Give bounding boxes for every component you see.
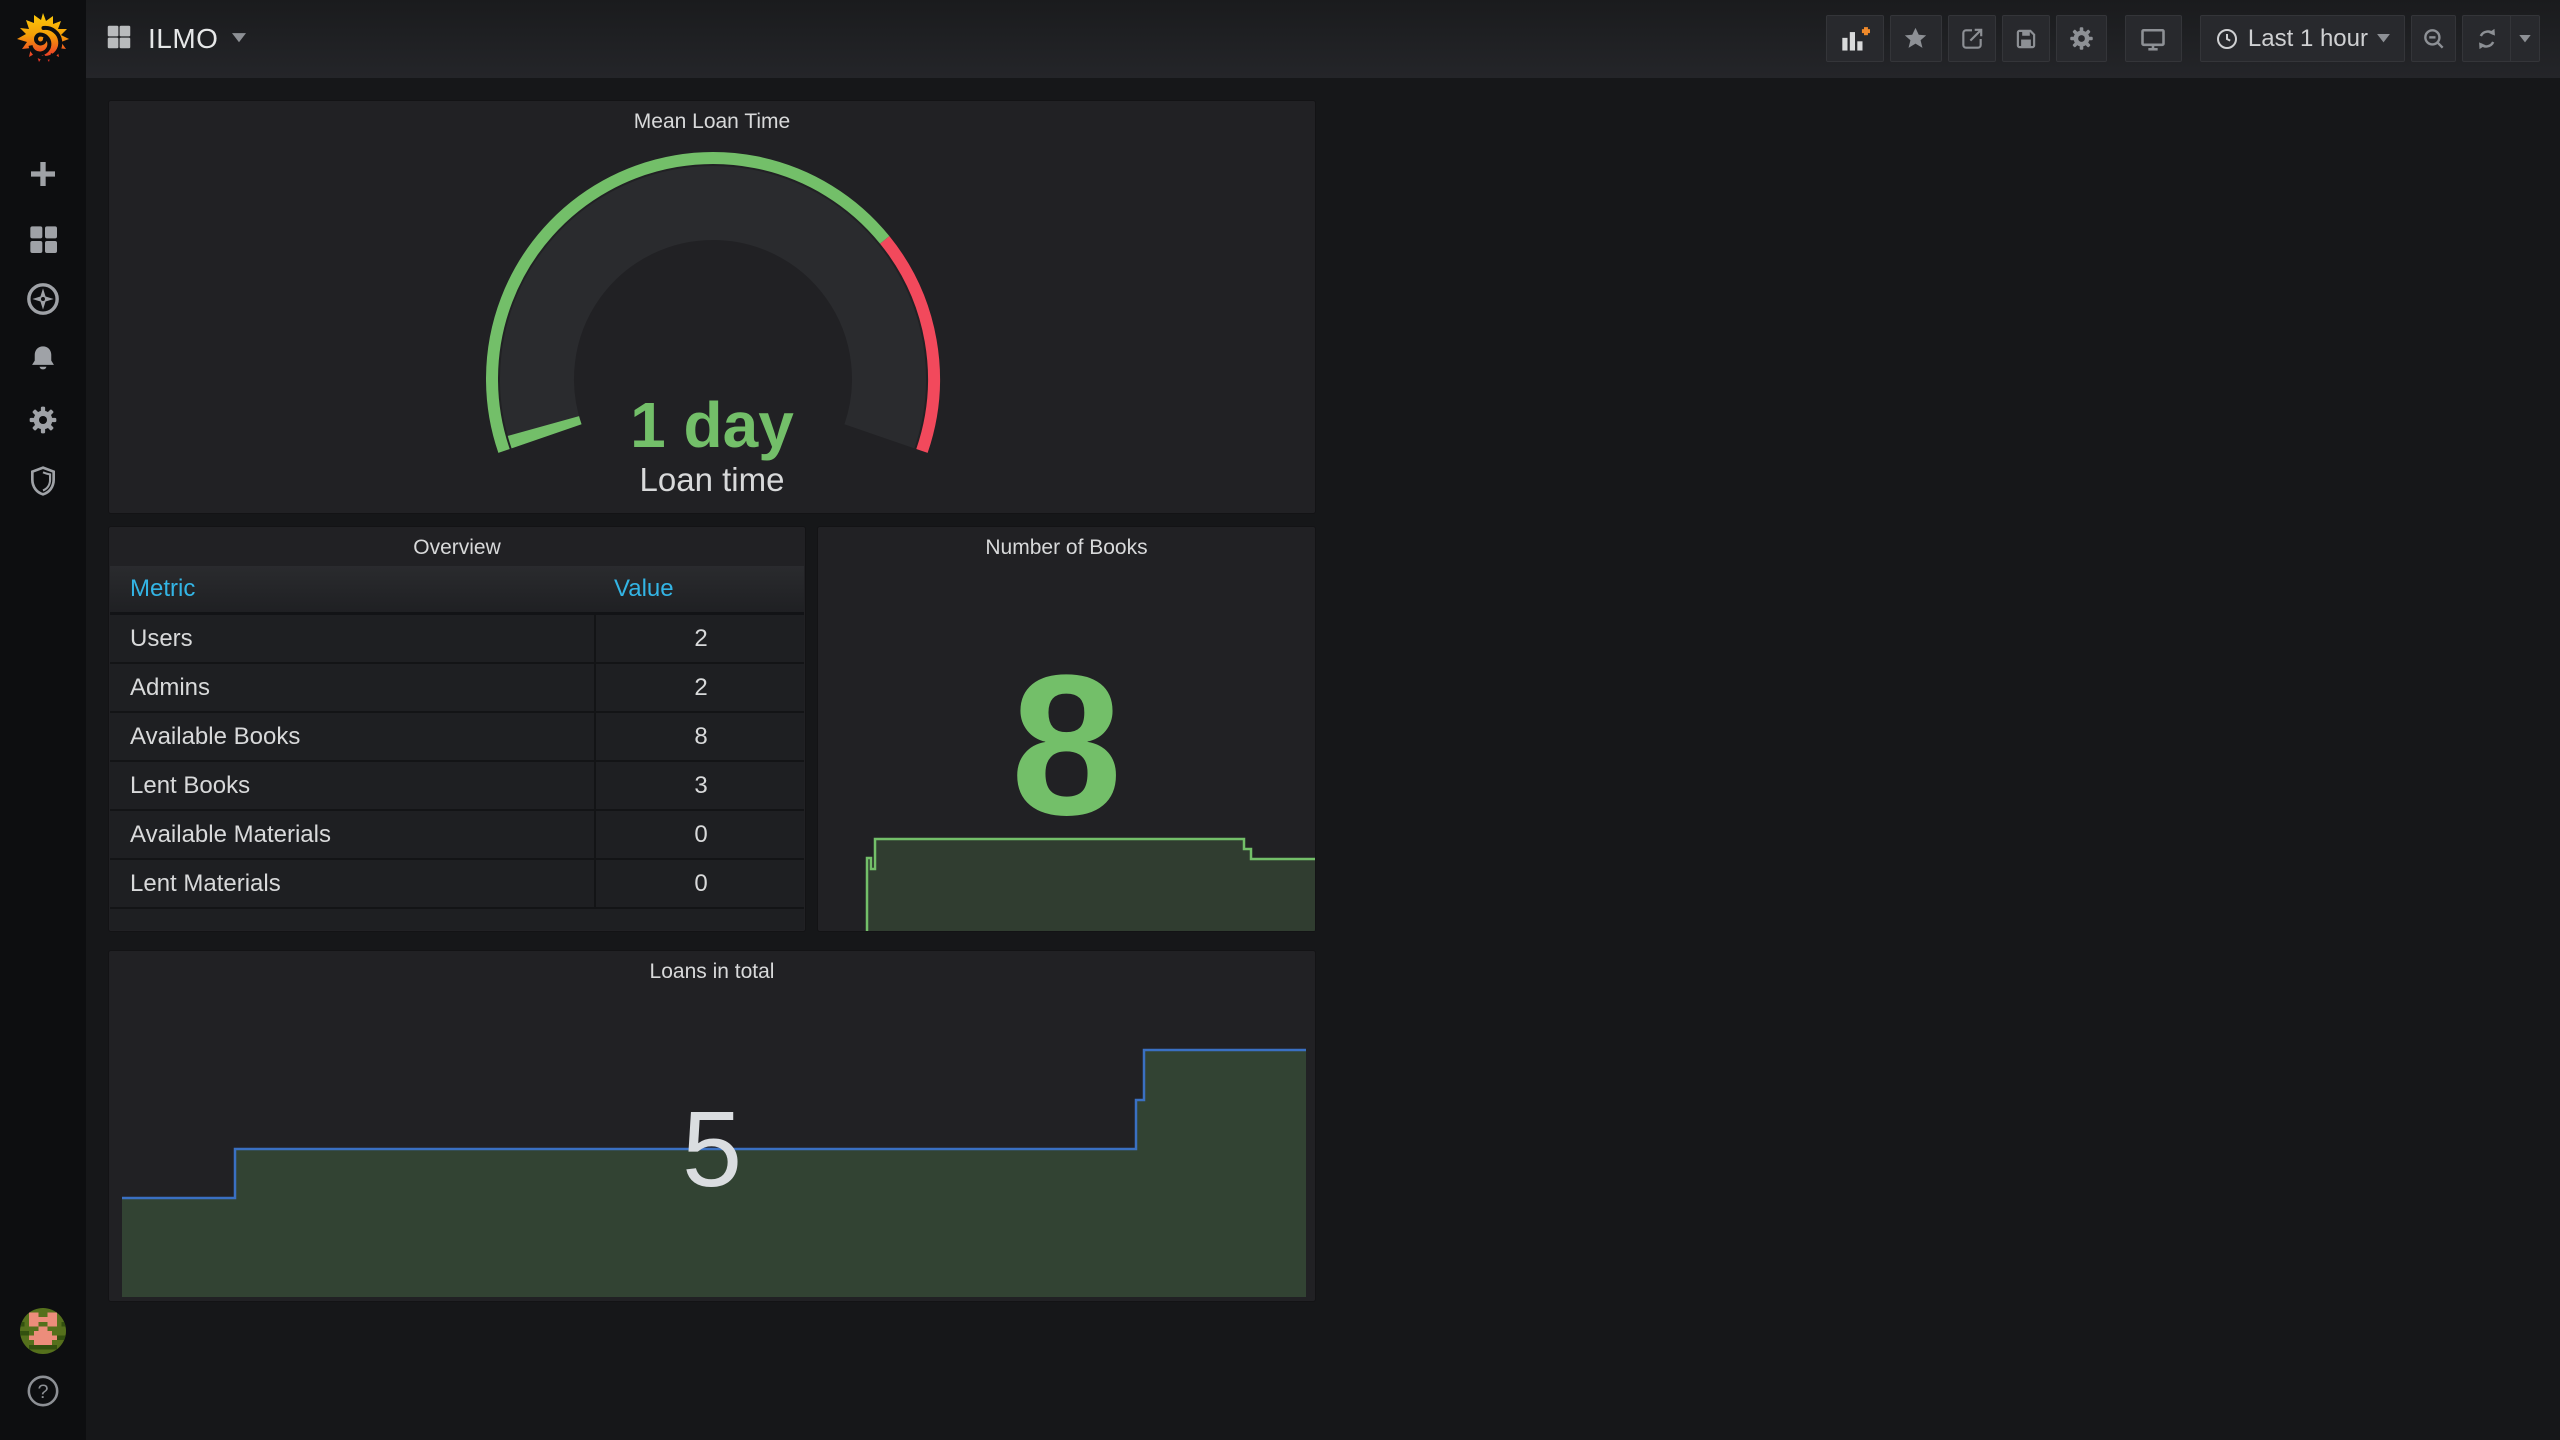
value-cell: 3 — [594, 762, 806, 809]
sidebar-item-server-admin[interactable] — [0, 453, 86, 509]
zoom-out-time-button[interactable] — [2411, 15, 2456, 62]
metric-cell: Admins — [130, 674, 211, 701]
table-row[interactable]: Lent Books 3 — [110, 762, 804, 811]
share-icon — [1959, 26, 1985, 52]
refresh-group — [2462, 15, 2540, 62]
table-row[interactable]: Users 2 — [110, 615, 804, 664]
cycle-view-mode-button[interactable] — [2124, 15, 2182, 62]
chevron-down-icon[interactable] — [232, 30, 247, 48]
compass-icon — [26, 282, 60, 316]
dashboards-grid-icon — [27, 223, 59, 255]
metric-cell: Users — [130, 625, 193, 652]
table-row[interactable]: Lent Materials 0 — [110, 860, 804, 909]
sidebar-item-configuration[interactable] — [0, 392, 86, 448]
gear-icon — [27, 404, 59, 436]
dashboard-grid-icon — [104, 22, 134, 57]
value-cell: 0 — [594, 860, 806, 907]
panel-number-of-books: Number of Books 8 — [817, 526, 1316, 932]
table-body: Users 2 Admins 2 Available Books 8 Lent Books 3… — [110, 615, 804, 909]
time-range-picker[interactable]: Last 1 hour — [2199, 15, 2405, 62]
column-header-metric[interactable]: Metric — [130, 566, 195, 612]
table-footer-empty — [110, 909, 804, 930]
panel-mean-loan-time: Mean Loan Time 1 day Loan time — [108, 100, 1316, 514]
grafana-dashboard: ? ILMO Last 1 hour Mean Loan Time 1 day … — [0, 0, 2560, 1440]
metric-cell: Lent Books — [130, 772, 251, 799]
panel-loans-in-total: Loans in total 5 — [108, 950, 1316, 1302]
monitor-icon — [2139, 25, 2167, 53]
top-navbar: ILMO Last 1 hour — [86, 0, 2560, 78]
save-icon — [2013, 26, 2039, 52]
refresh-dashboard-button[interactable] — [2462, 15, 2510, 62]
metric-cell: Available Books — [130, 723, 301, 750]
table-row[interactable]: Available Materials 0 — [110, 811, 804, 860]
share-dashboard-button[interactable] — [1947, 15, 1996, 62]
help-icon[interactable]: ? — [26, 1374, 60, 1408]
refresh-icon — [2474, 26, 2500, 52]
plus-icon — [27, 158, 59, 190]
sidebar-item-dashboards[interactable] — [0, 211, 86, 267]
user-avatar[interactable] — [20, 1308, 66, 1354]
panel-overview: Overview Metric Value Users 2 Admins 2 Avail… — [108, 526, 806, 932]
star-icon — [1902, 25, 1929, 52]
sidebar-item-explore[interactable] — [0, 271, 86, 327]
grafana-logo-icon[interactable] — [15, 10, 71, 66]
star-dashboard-button[interactable] — [1889, 15, 1942, 62]
gauge-label: Loan time — [639, 461, 785, 498]
value-cell: 8 — [594, 713, 806, 760]
sidebar-item-alerting[interactable] — [0, 331, 86, 387]
column-header-value[interactable]: Value — [614, 566, 674, 612]
chevron-down-icon — [2519, 34, 2531, 43]
add-panel-icon — [1840, 24, 1870, 54]
panel-title[interactable]: Overview — [109, 536, 805, 560]
svg-text:?: ? — [37, 1381, 48, 1403]
panel-title[interactable]: Mean Loan Time — [109, 110, 1315, 134]
refresh-interval-dropdown[interactable] — [2510, 15, 2540, 62]
clock-icon — [2215, 27, 2239, 51]
value-cell: 2 — [594, 664, 806, 711]
gauge-value: 1 day — [630, 389, 794, 461]
time-range-label: Last 1 hour — [2247, 24, 2368, 52]
sidebar-item-create[interactable] — [0, 146, 86, 202]
value-cell: 2 — [594, 615, 806, 662]
gear-icon — [2068, 25, 2095, 52]
panel-title[interactable]: Number of Books — [818, 536, 1315, 560]
table-row[interactable]: Admins 2 — [110, 664, 804, 713]
sidebar: ? — [0, 0, 86, 1440]
metric-cell: Lent Materials — [130, 870, 281, 897]
dashboard-title[interactable]: ILMO — [148, 23, 218, 55]
add-panel-button[interactable] — [1825, 15, 1884, 62]
dashboard-settings-button[interactable] — [2055, 15, 2107, 62]
chevron-down-icon — [2377, 34, 2390, 43]
table-header: Metric Value — [110, 566, 804, 615]
shield-icon — [27, 465, 59, 497]
magnifier-minus-icon — [2421, 26, 2447, 52]
save-dashboard-button[interactable] — [2001, 15, 2050, 62]
bell-icon — [27, 343, 59, 375]
metric-cell: Available Materials — [130, 821, 331, 848]
table-row[interactable]: Available Books 8 — [110, 713, 804, 762]
value-cell: 0 — [594, 811, 806, 858]
